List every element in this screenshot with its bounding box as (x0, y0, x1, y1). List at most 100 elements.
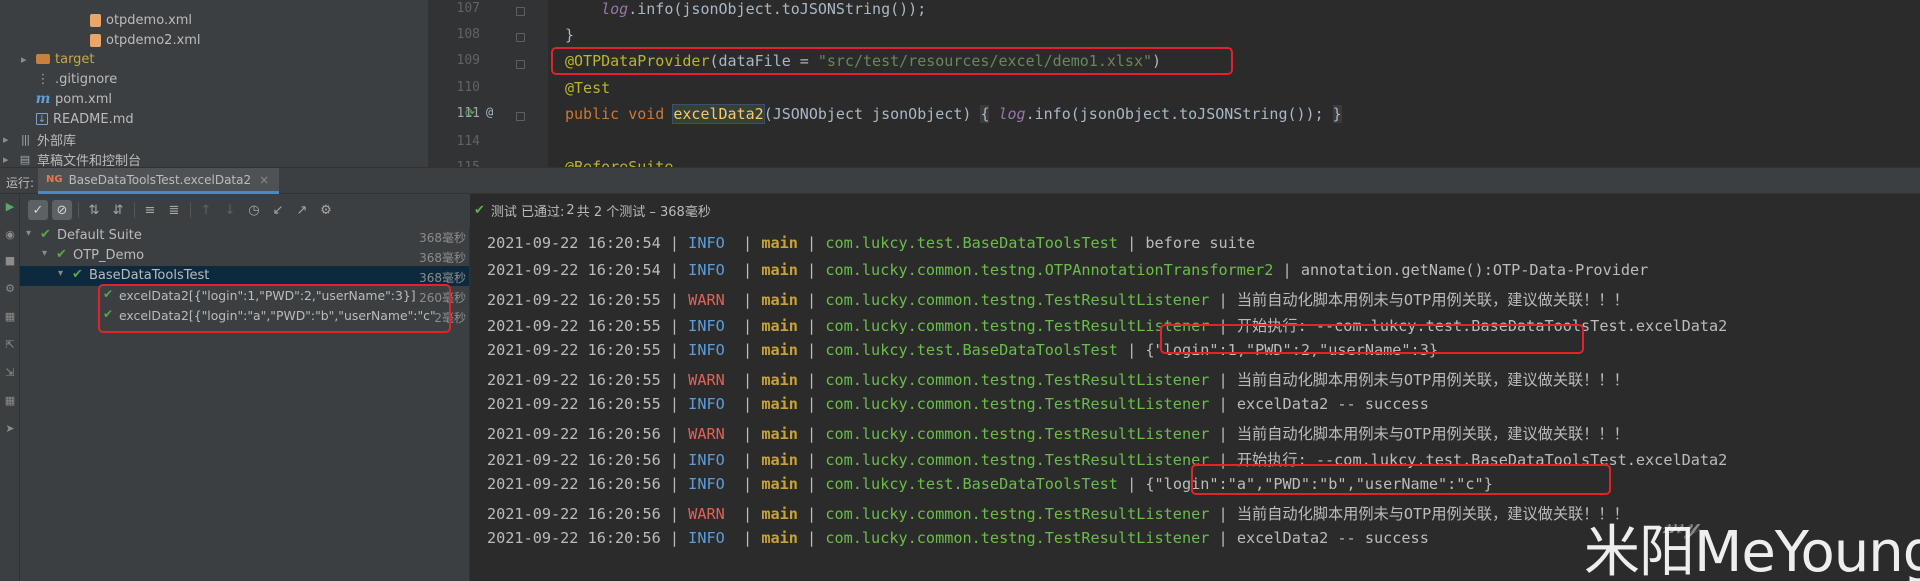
log-class: com.lukcy.test.BaseDataToolsTest (825, 234, 1118, 252)
fold-marker-icon[interactable] (516, 112, 525, 121)
tree-item-label: otpdemo.xml (106, 12, 193, 28)
tree-item-readme[interactable]: ↓ README.md (36, 109, 134, 129)
log-separator: | (797, 475, 826, 494)
log-separator: | (797, 505, 826, 523)
log-thread: main (761, 451, 798, 470)
export-icon[interactable]: ⇱ (3, 338, 17, 352)
test-name: excelData2[{"login":"a","PWD":"b","userN… (119, 308, 436, 323)
log-class: com.lukcy.test.BaseDataToolsTest (825, 341, 1118, 360)
log-level: INFO (688, 394, 725, 413)
line-number: 109 (456, 53, 480, 68)
expand-all-icon[interactable]: ≡ (140, 200, 160, 220)
log-separator: | (1117, 234, 1146, 252)
log-thread: main (761, 528, 798, 547)
log-thread: main (761, 234, 798, 252)
log-level: WARN (688, 505, 725, 523)
log-message: {"login":"a","PWD":"b","userName":"c"} (1145, 475, 1493, 494)
log-class: com.lucky.common.testng.TestResultListen… (825, 394, 1210, 413)
annotation-at-icon[interactable]: @ (486, 105, 493, 119)
run-test-icon[interactable]: ⟳ (465, 106, 475, 120)
log-separator: | (660, 505, 689, 523)
log-level: WARN (688, 371, 725, 389)
show-passed-icon[interactable]: ✓ (28, 200, 48, 220)
test-name: Default Suite (57, 228, 142, 243)
log-separator: | (797, 424, 826, 443)
rerun-icon[interactable]: ▶ (3, 200, 17, 214)
tree-row-basedatatoolstest[interactable]: ▾ ✔ BaseDataToolsTest 368毫秒 (20, 266, 469, 286)
log-separator: | (724, 394, 762, 413)
check-icon: ✔ (72, 267, 83, 282)
test-duration: 260毫秒 (419, 291, 466, 305)
tree-row-otp-demo[interactable]: ▾ ✔ OTP_Demo 368毫秒 (20, 246, 469, 266)
tree-item-target[interactable]: target (36, 49, 95, 69)
test-history-icon[interactable]: ◷ (244, 200, 264, 220)
show-ignored-icon[interactable]: ⊘ (52, 200, 72, 220)
log-timestamp: 2021-09-22 16:20:56 (487, 475, 661, 494)
tree-item-label: pom.xml (55, 91, 112, 107)
line-number: 107 (456, 1, 480, 16)
toolbar-divider (78, 202, 79, 218)
gear-icon[interactable]: ⚙ (316, 200, 336, 220)
console-line: 2021-09-22 16:20:55 | INFO | main | com.… (487, 341, 1438, 365)
tree-item-otpdemo-xml[interactable]: otpdemo.xml (90, 10, 192, 30)
chevron-down-icon[interactable]: ▾ (26, 228, 31, 239)
next-failed-icon[interactable]: ↓ (220, 200, 240, 220)
chevron-down-icon[interactable]: ▾ (42, 248, 47, 259)
layout-icon[interactable]: ▦ (3, 310, 17, 324)
tree-item-label: README.md (53, 111, 134, 127)
close-icon[interactable]: × (259, 173, 269, 187)
log-level: INFO (688, 451, 725, 470)
run-tab[interactable]: NG BaseDataToolsTest.excelData2 × (38, 168, 280, 194)
sort-duration-icon[interactable]: ⇵ (108, 200, 128, 220)
log-separator: | (660, 528, 689, 547)
test-duration: 368毫秒 (419, 231, 466, 245)
tree-item-otpdemo2-xml[interactable]: otpdemo2.xml (90, 30, 201, 50)
settings-icon[interactable]: ⚙ (3, 282, 17, 296)
fold-marker-icon[interactable] (516, 60, 525, 69)
tree-row-excel-data-2[interactable]: ✔ excelData2[{"login":"a","PWD":"b","use… (20, 306, 469, 326)
previous-failed-icon[interactable]: ↑ (196, 200, 216, 220)
chevron-right-icon[interactable]: ▸ (3, 153, 9, 166)
collapse-all-icon[interactable]: ≣ (164, 200, 184, 220)
tree-row-default-suite[interactable]: ▾ ✔ Default Suite 368毫秒 (20, 226, 469, 246)
log-class: com.lukcy.test.BaseDataToolsTest (825, 475, 1118, 494)
tree-item-pom-xml[interactable]: m pom.xml (36, 89, 112, 109)
log-separator: | (797, 234, 826, 252)
grid-icon[interactable]: ▦ (3, 394, 17, 408)
chevron-down-icon[interactable]: ▾ (58, 268, 63, 279)
code-editor[interactable]: 107 108 109 110 111 114 115 ⟳ @ log.info… (428, 0, 1920, 167)
import-tests-icon[interactable]: ↙ (268, 200, 288, 220)
tree-item-label: target (55, 51, 95, 67)
console-line: 2021-09-22 16:20:56 | INFO | main | com.… (487, 448, 1727, 472)
markdown-icon: ↓ (36, 113, 48, 125)
tree-item-scratches[interactable]: ▤ 草稿文件和控制台 (18, 149, 141, 168)
log-separator: | (660, 451, 689, 470)
tree-item-gitignore[interactable]: ⋮ .gitignore (36, 69, 118, 89)
chevron-right-icon[interactable]: ▸ (3, 133, 9, 146)
log-separator: | (1209, 317, 1237, 336)
log-separator: | (797, 317, 826, 336)
gitignore-icon: ⋮ (36, 71, 50, 87)
tree-row-excel-data-1[interactable]: ✔ excelData2[{"login":1,"PWD":2,"userNam… (20, 286, 469, 306)
console-line: 2021-09-22 16:20:55 | WARN | main | com.… (487, 288, 1629, 312)
stop-icon[interactable]: ■ (3, 254, 17, 268)
debug-icon[interactable]: ◉ (3, 228, 17, 242)
test-name: OTP_Demo (73, 248, 145, 263)
log-level: INFO (688, 317, 725, 336)
library-icon: ||| (20, 132, 30, 146)
export-tests-icon[interactable]: ↗ (292, 200, 312, 220)
import-icon[interactable]: ⇲ (3, 366, 17, 380)
fold-marker-icon[interactable] (516, 7, 525, 16)
folder-icon (36, 54, 50, 64)
fold-marker-icon[interactable] (516, 33, 525, 42)
line-number: 108 (456, 27, 480, 42)
log-message: 当前自动化脚本用例未与OTP用例关联，建议做关联！！！ (1236, 371, 1629, 389)
sort-alpha-icon[interactable]: ⇅ (84, 200, 104, 220)
tree-item-external-libraries[interactable]: ||| 外部库 (18, 129, 76, 149)
log-separator: | (1209, 451, 1237, 470)
pin-icon[interactable]: ➤ (3, 422, 17, 436)
chevron-right-icon[interactable]: ▸ (21, 53, 27, 66)
log-level: INFO (688, 234, 725, 252)
test-name: BaseDataToolsTest (89, 268, 210, 283)
check-icon: ✔ (103, 287, 114, 301)
